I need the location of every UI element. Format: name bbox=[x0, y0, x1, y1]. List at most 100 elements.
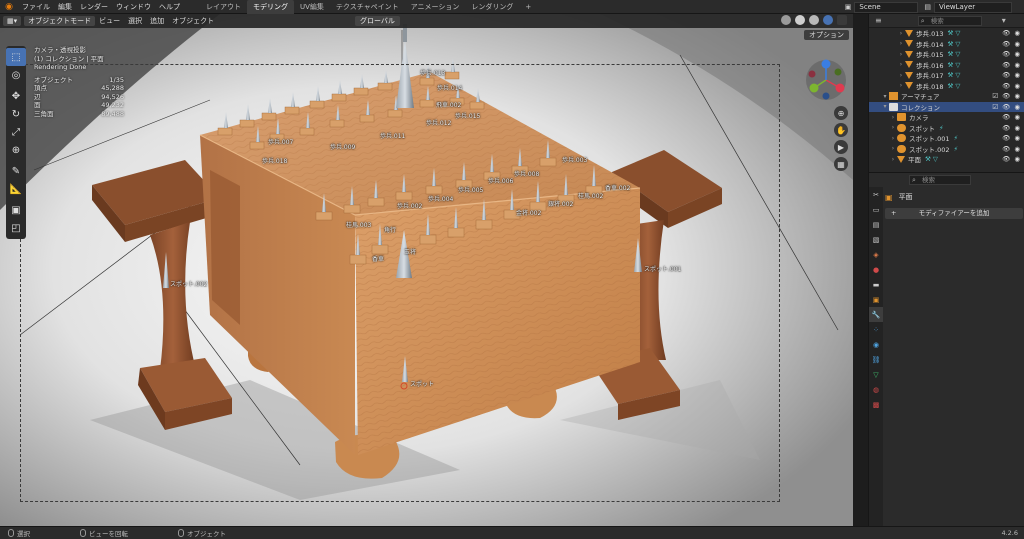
modifier-icon[interactable]: ⚒ ▽ bbox=[947, 61, 960, 69]
outliner-row[interactable]: › カメラ 👁 ◉ bbox=[869, 112, 1024, 123]
render-camera-icon[interactable]: ◉ bbox=[1014, 92, 1020, 100]
render-camera-icon[interactable]: ◉ bbox=[1014, 71, 1020, 79]
physics-tab-icon[interactable]: ◉ bbox=[869, 337, 883, 352]
render-camera-icon[interactable]: ◉ bbox=[1014, 113, 1020, 121]
render-camera-icon[interactable]: ◉ bbox=[1014, 103, 1020, 111]
render-camera-icon[interactable]: ◉ bbox=[1014, 124, 1020, 132]
particles-tab-icon[interactable]: ⁘ bbox=[869, 322, 883, 337]
render-camera-icon[interactable]: ◉ bbox=[1014, 82, 1020, 90]
output-tab-icon[interactable]: ▤ bbox=[869, 217, 883, 232]
expand-chevron-icon[interactable]: ▾ bbox=[881, 93, 889, 100]
view-layer-tab-icon[interactable]: ▧ bbox=[869, 232, 883, 247]
eye-icon[interactable]: 👁 bbox=[1002, 113, 1010, 121]
rendered-shading-icon[interactable] bbox=[823, 15, 833, 25]
expand-chevron-icon[interactable]: › bbox=[889, 114, 897, 121]
outliner-row[interactable]: › 歩兵.013 ⚒ ▽ 👁 ◉ bbox=[869, 28, 1024, 39]
3d-viewport[interactable]: ▦▾ オブジェクトモード ビュー 選択 追加 オブジェクト グローバル オプショ… bbox=[0, 14, 853, 526]
move-tool-icon[interactable]: ✥ bbox=[6, 87, 26, 105]
modifier-icon[interactable]: ⚒ ▽ bbox=[925, 155, 938, 163]
texture-tab-icon[interactable]: ▩ bbox=[869, 397, 883, 412]
scene-render[interactable] bbox=[0, 14, 853, 526]
cursor-tool-icon[interactable]: ◎ bbox=[6, 66, 26, 84]
eye-icon[interactable]: 👁 bbox=[1002, 124, 1010, 132]
object-label[interactable]: 金将.002 bbox=[516, 208, 541, 217]
object-label[interactable]: 香車 bbox=[372, 254, 384, 263]
pan-hand-icon[interactable]: ✋ bbox=[834, 123, 848, 137]
transform-tool-icon[interactable]: ⊕ bbox=[6, 141, 26, 159]
expand-chevron-icon[interactable]: › bbox=[897, 30, 905, 37]
properties-search-input[interactable]: ⌕ 検索 bbox=[909, 175, 971, 185]
modifier-icon[interactable]: ⚒ ▽ bbox=[947, 71, 960, 79]
render-camera-icon[interactable]: ◉ bbox=[1014, 29, 1020, 37]
object-label[interactable]: 歩兵.013 bbox=[420, 68, 445, 77]
object-label[interactable]: 歩兵.009 bbox=[330, 142, 355, 151]
outliner-row[interactable]: › 歩兵.014 ⚒ ▽ 👁 ◉ bbox=[869, 39, 1024, 50]
modifier-tab-icon[interactable]: 🔧 bbox=[869, 307, 883, 322]
add-cube-alt-tool-icon[interactable]: ◰ bbox=[6, 219, 26, 237]
render-tab-icon[interactable]: ▭ bbox=[869, 202, 883, 217]
tab-rendering[interactable]: レンダリング bbox=[465, 0, 519, 14]
expand-chevron-icon[interactable]: › bbox=[889, 124, 897, 131]
expand-chevron-icon[interactable]: › bbox=[897, 40, 905, 47]
eye-icon[interactable]: 👁 bbox=[1002, 71, 1010, 79]
scale-tool-icon[interactable]: ⤢ bbox=[6, 123, 26, 141]
eye-icon[interactable]: 👁 bbox=[1002, 92, 1010, 100]
mode-dropdown[interactable]: オブジェクトモード bbox=[24, 16, 96, 26]
eye-icon[interactable]: 👁 bbox=[1002, 50, 1010, 58]
menu-select[interactable]: 選択 bbox=[124, 16, 146, 26]
object-label[interactable]: スポット bbox=[410, 379, 434, 388]
filter-icon[interactable]: ≡ bbox=[875, 16, 882, 25]
tab-modeling[interactable]: モデリング bbox=[247, 0, 294, 14]
material-tab-icon[interactable]: ◍ bbox=[869, 382, 883, 397]
eye-icon[interactable]: 👁 bbox=[1002, 61, 1010, 69]
object-label[interactable]: 歩兵.006 bbox=[488, 176, 513, 185]
outliner-row[interactable]: ▾ コレクション ☑ 👁 ◉ bbox=[869, 101, 1024, 112]
eye-icon[interactable]: 👁 bbox=[1002, 29, 1010, 37]
grid-view-icon[interactable]: ▦ bbox=[834, 157, 848, 171]
funnel-icon[interactable]: ▾ bbox=[1002, 16, 1006, 25]
solid-shading-icon[interactable] bbox=[795, 15, 805, 25]
menu-view[interactable]: ビュー bbox=[95, 16, 124, 26]
object-label[interactable]: 歩兵.011 bbox=[380, 131, 405, 140]
render-camera-icon[interactable]: ◉ bbox=[1014, 145, 1020, 153]
render-camera-icon[interactable]: ◉ bbox=[1014, 155, 1020, 163]
object-label[interactable]: 歩兵.005 bbox=[458, 185, 483, 194]
camera-view-icon[interactable]: ▶ bbox=[834, 140, 848, 154]
outliner-row[interactable]: › スポット.001 ⚡ 👁 ◉ bbox=[869, 133, 1024, 144]
modifier-icon[interactable]: ⚒ ▽ bbox=[947, 40, 960, 48]
constraints-tab-icon[interactable]: ⛓ bbox=[869, 352, 883, 367]
object-label[interactable]: 歩兵.007 bbox=[268, 137, 293, 146]
expand-chevron-icon[interactable]: › bbox=[889, 156, 897, 163]
tab-layout[interactable]: レイアウト bbox=[200, 0, 247, 14]
eye-icon[interactable]: 👁 bbox=[1002, 145, 1010, 153]
navigation-gizmo[interactable] bbox=[804, 58, 848, 102]
expand-chevron-icon[interactable]: › bbox=[897, 51, 905, 58]
object-label[interactable]: 歩兵.012 bbox=[426, 118, 451, 127]
scene-tab-icon[interactable]: ◈ bbox=[869, 247, 883, 262]
object-label[interactable]: 桂馬.002 bbox=[578, 191, 603, 200]
outliner-row[interactable]: ▾ アーマチュア ☑ 👁 ◉ bbox=[869, 91, 1024, 102]
modifier-icon[interactable]: ⚡ bbox=[953, 134, 958, 142]
zoom-icon[interactable]: ⊕ bbox=[834, 106, 848, 120]
tab-uv-editing[interactable]: UV編集 bbox=[294, 0, 330, 14]
checkbox-icon[interactable]: ☑ bbox=[992, 103, 998, 111]
checkbox-icon[interactable]: ☑ bbox=[992, 92, 998, 100]
render-camera-icon[interactable]: ◉ bbox=[1014, 40, 1020, 48]
object-label[interactable]: 銀将.002 bbox=[548, 199, 573, 208]
object-label[interactable]: 歩兵.014 bbox=[437, 83, 462, 92]
object-label[interactable]: スポット.002 bbox=[170, 279, 207, 288]
eye-icon[interactable]: 👁 bbox=[1002, 40, 1010, 48]
object-label[interactable]: 香車.002 bbox=[605, 183, 630, 192]
outliner-search-input[interactable]: ⌕ 検索 bbox=[917, 15, 982, 26]
expand-chevron-icon[interactable]: › bbox=[889, 145, 897, 152]
data-tab-icon[interactable]: ▽ bbox=[869, 367, 883, 382]
annotate-tool-icon[interactable]: ✎ bbox=[6, 162, 26, 180]
menu-help[interactable]: ヘルプ bbox=[155, 0, 184, 14]
menu-add[interactable]: 追加 bbox=[146, 16, 168, 26]
rotate-tool-icon[interactable]: ↻ bbox=[6, 105, 26, 123]
outliner-row[interactable]: › 歩兵.016 ⚒ ▽ 👁 ◉ bbox=[869, 60, 1024, 71]
menu-object[interactable]: オブジェクト bbox=[168, 16, 218, 26]
expand-chevron-icon[interactable]: › bbox=[897, 82, 905, 89]
outliner-row[interactable]: › 歩兵.015 ⚒ ▽ 👁 ◉ bbox=[869, 49, 1024, 60]
render-camera-icon[interactable]: ◉ bbox=[1014, 134, 1020, 142]
